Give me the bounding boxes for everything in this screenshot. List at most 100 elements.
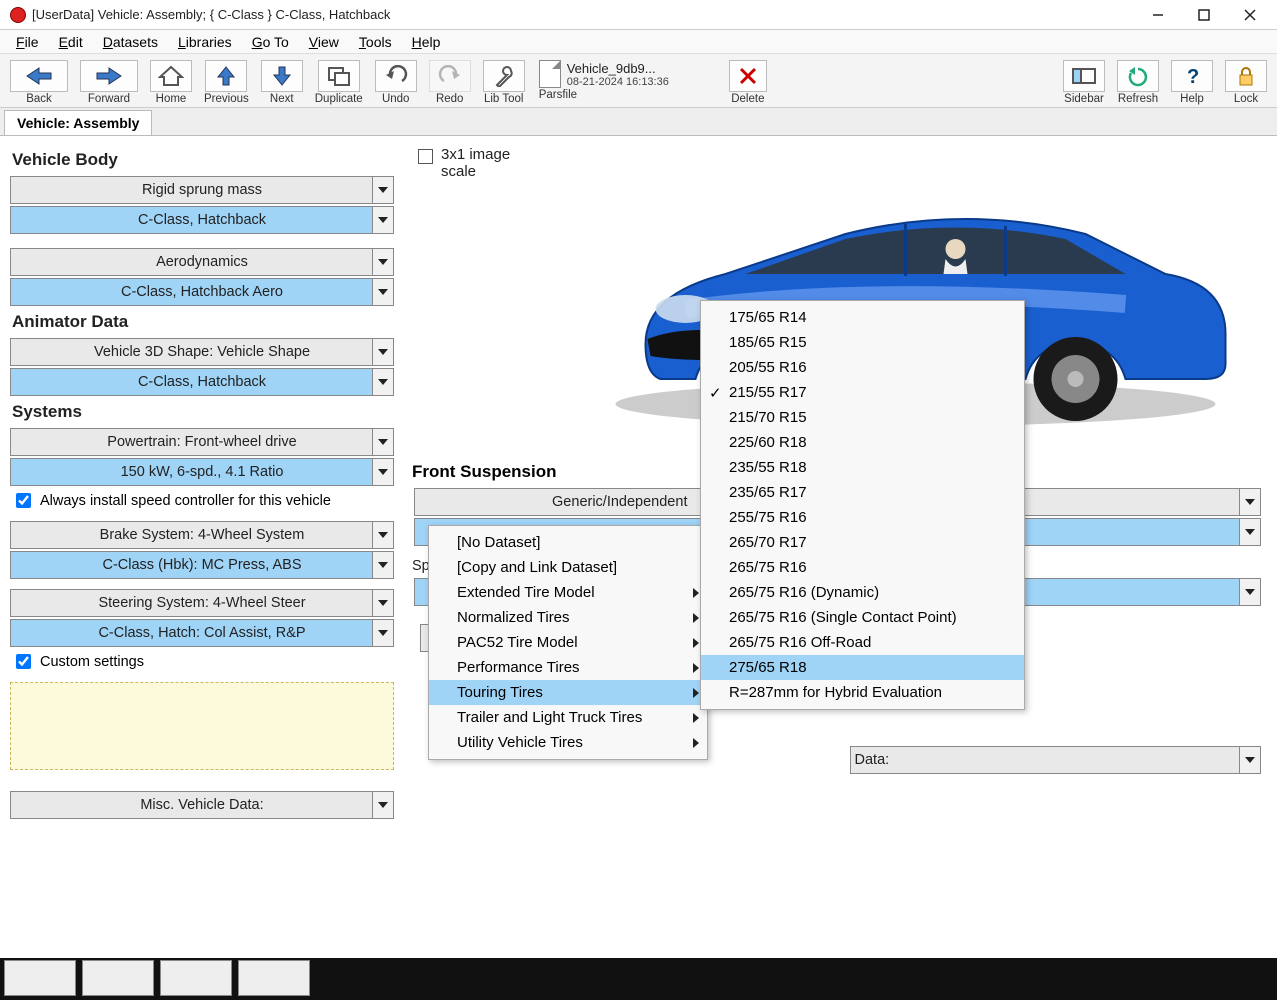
menu-item[interactable]: 215/70 R15 [701, 405, 1024, 430]
menu-item[interactable]: Normalized Tires [429, 605, 707, 630]
arrow-left-icon [23, 66, 55, 86]
body-dataset-combo[interactable]: C-Class, Hatchback [10, 206, 394, 234]
rear-misc-combo[interactable]: Data: [850, 746, 1262, 774]
misc-vehicle-combo[interactable]: Misc. Vehicle Data: [10, 791, 394, 819]
aero-type-combo[interactable]: Aerodynamics [10, 248, 394, 276]
thumbnail[interactable] [82, 960, 154, 996]
dropdown-icon[interactable] [1239, 488, 1261, 516]
body-type-combo[interactable]: Rigid sprung mass [10, 176, 394, 204]
powertrain-dataset-combo[interactable]: 150 kW, 6-spd., 4.1 Ratio [10, 458, 394, 486]
dropdown-icon[interactable] [372, 521, 394, 549]
menu-item[interactable]: R=287mm for Hybrid Evaluation [701, 680, 1024, 705]
window-title: [UserData] Vehicle: Assembly; { C-Class … [32, 7, 1135, 22]
dropdown-icon[interactable] [1239, 746, 1261, 774]
menu-item[interactable]: Extended Tire Model [429, 580, 707, 605]
tabstrip: Vehicle: Assembly [0, 108, 1277, 136]
dropdown-icon[interactable] [372, 589, 394, 617]
home-button[interactable]: Home [146, 58, 196, 105]
dropdown-icon[interactable] [372, 248, 394, 276]
menu-item[interactable]: 235/55 R18 [701, 455, 1024, 480]
lock-button[interactable]: Lock [1221, 58, 1271, 105]
thumbnail[interactable] [4, 960, 76, 996]
arrow-up-icon [216, 65, 236, 87]
brake-type-combo[interactable]: Brake System: 4-Wheel System [10, 521, 394, 549]
dropdown-icon[interactable] [372, 368, 394, 396]
maximize-button[interactable] [1181, 0, 1227, 30]
dropdown-icon[interactable] [372, 338, 394, 366]
menu-datasets[interactable]: Datasets [93, 32, 168, 52]
dropdown-icon[interactable] [1239, 518, 1261, 546]
menu-file[interactable]: File [6, 32, 49, 52]
refresh-button[interactable]: Refresh [1113, 58, 1163, 105]
menu-help[interactable]: Help [402, 32, 451, 52]
aero-dataset-combo[interactable]: C-Class, Hatchback Aero [10, 278, 394, 306]
menu-tools[interactable]: Tools [349, 32, 402, 52]
help-button[interactable]: ? Help [1167, 58, 1217, 105]
menu-item[interactable]: Performance Tires [429, 655, 707, 680]
menu-item[interactable]: [No Dataset] [429, 530, 707, 555]
dropdown-icon[interactable] [372, 428, 394, 456]
menu-item[interactable]: 265/75 R16 [701, 555, 1024, 580]
anim-dataset-combo[interactable]: C-Class, Hatchback [10, 368, 394, 396]
powertrain-type-combo[interactable]: Powertrain: Front-wheel drive [10, 428, 394, 456]
parsfile-area[interactable]: Vehicle_9db9... 08-21-2024 16:13:36 Pars… [533, 58, 675, 105]
image-scale-checkbox[interactable]: 3x1 image scale [418, 146, 521, 180]
menu-edit[interactable]: Edit [49, 32, 93, 52]
dropdown-icon[interactable] [1239, 578, 1261, 606]
menu-goto[interactable]: Go To [242, 32, 299, 52]
animator-data-title: Animator Data [12, 312, 394, 332]
tire-category-menu[interactable]: [No Dataset][Copy and Link Dataset]Exten… [428, 525, 708, 760]
duplicate-button[interactable]: Duplicate [311, 58, 367, 105]
brake-dataset-combo[interactable]: C-Class (Hbk): MC Press, ABS [10, 551, 394, 579]
custom-settings-textarea[interactable] [10, 682, 394, 770]
back-button[interactable]: Back [6, 58, 72, 105]
close-button[interactable] [1227, 0, 1273, 30]
menu-item[interactable]: Utility Vehicle Tires [429, 730, 707, 755]
menu-item[interactable]: 265/75 R16 (Dynamic) [701, 580, 1024, 605]
libtool-button[interactable]: Lib Tool [479, 58, 529, 105]
menu-item[interactable]: 265/75 R16 (Single Contact Point) [701, 605, 1024, 630]
tire-size-submenu[interactable]: 175/65 R14185/65 R15205/55 R16215/55 R17… [700, 300, 1025, 710]
dropdown-icon[interactable] [372, 176, 394, 204]
sidebar-button[interactable]: Sidebar [1059, 58, 1109, 105]
menu-item[interactable]: 215/55 R17✓ [701, 380, 1024, 405]
steer-type-combo[interactable]: Steering System: 4-Wheel Steer [10, 589, 394, 617]
steer-dataset-combo[interactable]: C-Class, Hatch: Col Assist, R&P [10, 619, 394, 647]
speed-controller-checkbox[interactable]: Always install speed controller for this… [12, 490, 394, 511]
custom-settings-checkbox[interactable]: Custom settings [12, 651, 394, 672]
menu-item[interactable]: Touring Tires [429, 680, 707, 705]
menu-item[interactable]: 255/75 R16 [701, 505, 1024, 530]
minimize-button[interactable] [1135, 0, 1181, 30]
thumbnail[interactable] [160, 960, 232, 996]
menu-item[interactable]: 265/75 R16 Off-Road [701, 630, 1024, 655]
dropdown-icon[interactable] [372, 619, 394, 647]
menu-item[interactable]: 205/55 R16 [701, 355, 1024, 380]
menu-item[interactable]: 235/65 R17 [701, 480, 1024, 505]
menu-item[interactable]: PAC52 Tire Model [429, 630, 707, 655]
dropdown-icon[interactable] [372, 458, 394, 486]
dropdown-icon[interactable] [372, 206, 394, 234]
undo-button[interactable]: Undo [371, 58, 421, 105]
menu-item[interactable]: 185/65 R15 [701, 330, 1024, 355]
dropdown-icon[interactable] [372, 278, 394, 306]
menu-libraries[interactable]: Libraries [168, 32, 242, 52]
delete-button[interactable]: Delete [723, 58, 773, 105]
dropdown-icon[interactable] [372, 791, 394, 819]
dropdown-icon[interactable] [372, 551, 394, 579]
question-icon: ? [1182, 65, 1202, 87]
checkbox-icon[interactable] [418, 149, 433, 164]
menu-item[interactable]: 265/70 R17 [701, 530, 1024, 555]
tab-vehicle-assembly[interactable]: Vehicle: Assembly [4, 110, 152, 135]
menu-item[interactable]: [Copy and Link Dataset] [429, 555, 707, 580]
menu-item[interactable]: Trailer and Light Truck Tires [429, 705, 707, 730]
previous-button[interactable]: Previous [200, 58, 253, 105]
next-button[interactable]: Next [257, 58, 307, 105]
menu-view[interactable]: View [299, 32, 349, 52]
anim-type-combo[interactable]: Vehicle 3D Shape: Vehicle Shape [10, 338, 394, 366]
menu-item[interactable]: 275/65 R18 [701, 655, 1024, 680]
window-titlebar: [UserData] Vehicle: Assembly; { C-Class … [0, 0, 1277, 30]
menu-item[interactable]: 175/65 R14 [701, 305, 1024, 330]
thumbnail[interactable] [238, 960, 310, 996]
forward-button[interactable]: Forward [76, 58, 142, 105]
menu-item[interactable]: 225/60 R18 [701, 430, 1024, 455]
